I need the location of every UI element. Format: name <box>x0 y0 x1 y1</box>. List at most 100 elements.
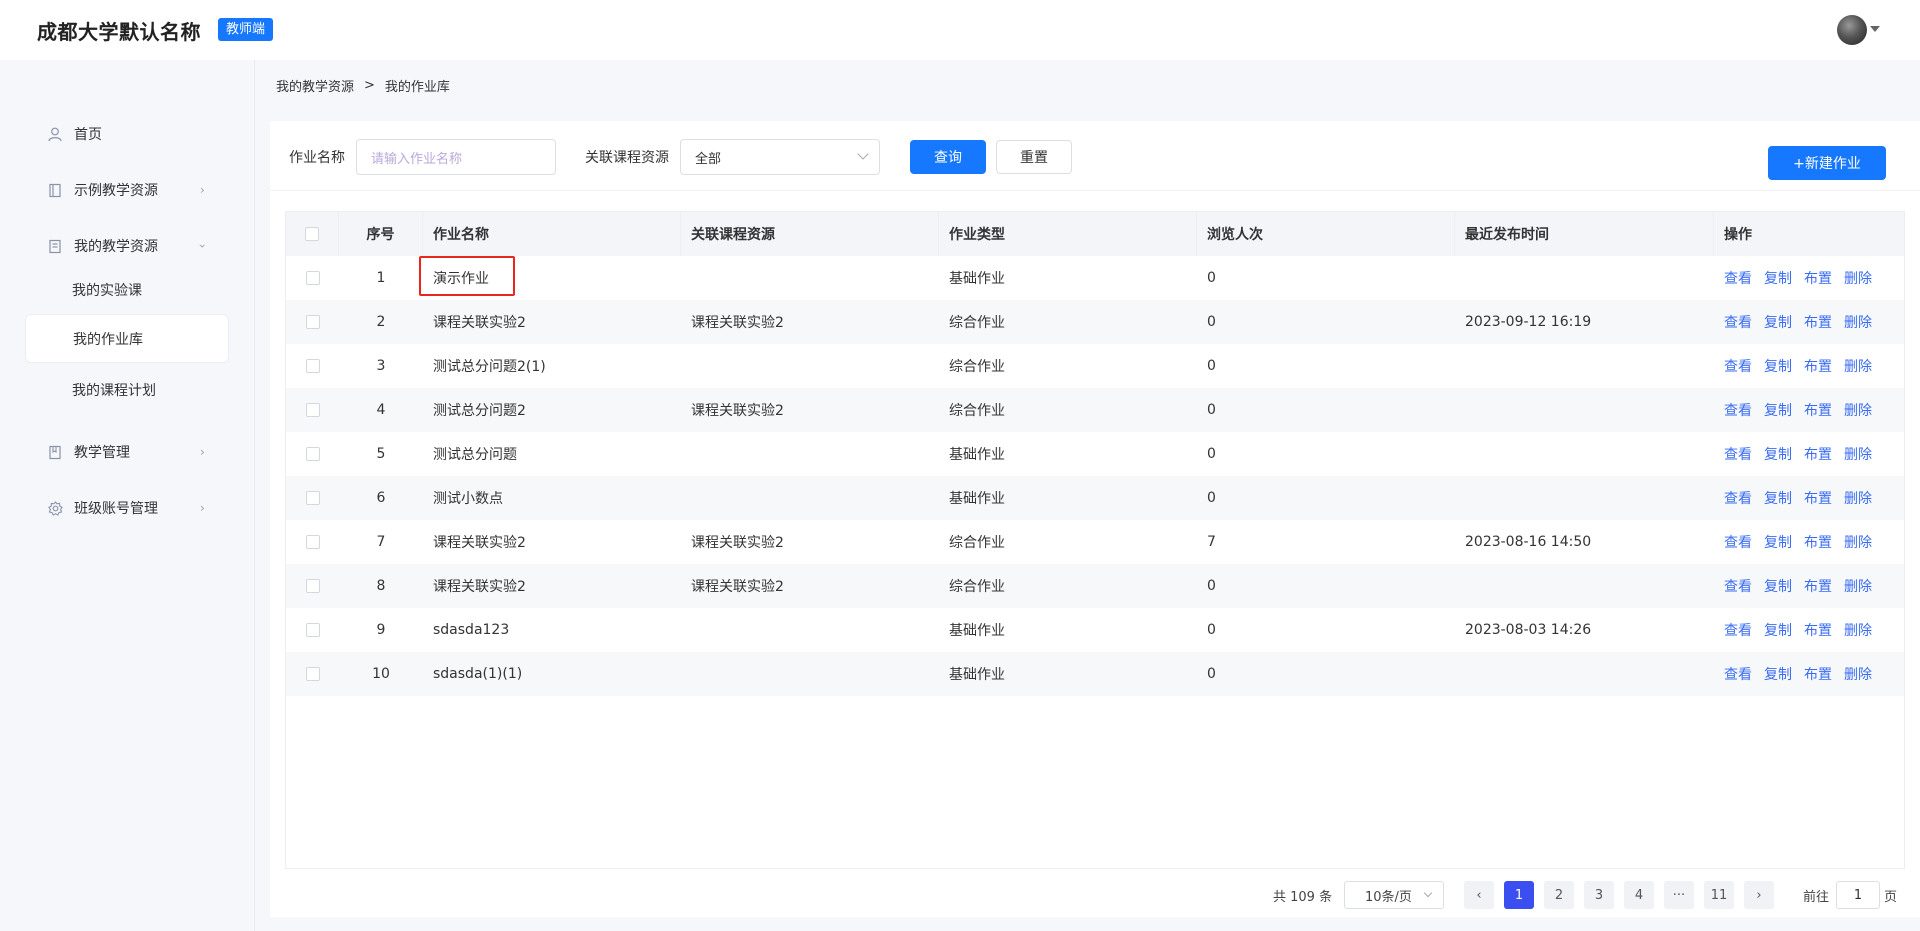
delete-link[interactable]: 删除 <box>1844 664 1872 684</box>
view-link[interactable]: 查看 <box>1724 268 1752 288</box>
assign-link[interactable]: 布置 <box>1804 532 1832 552</box>
view-link[interactable]: 查看 <box>1724 620 1752 640</box>
row-actions: 查看 复制 布置 删除 <box>1714 564 1904 608</box>
top-header: 成都大学默认名称 教师端 <box>0 0 1920 60</box>
view-link[interactable]: 查看 <box>1724 444 1752 464</box>
assign-link[interactable]: 布置 <box>1804 356 1832 376</box>
row-checkbox[interactable] <box>305 403 320 417</box>
caret-down-icon[interactable] <box>1870 26 1880 32</box>
copy-link[interactable]: 复制 <box>1764 312 1792 332</box>
sidebar-item-class-accounts[interactable]: 班级账号管理 › <box>0 488 254 528</box>
view-link[interactable]: 查看 <box>1724 356 1752 376</box>
page-button[interactable]: 4 <box>1624 881 1654 909</box>
page-button[interactable]: 1 <box>1504 881 1534 909</box>
sidebar-subitem-lab-courses[interactable]: 我的实验课 <box>25 265 229 314</box>
highlight-annotation <box>419 256 515 296</box>
copy-link[interactable]: 复制 <box>1764 664 1792 684</box>
assign-link[interactable]: 布置 <box>1804 488 1832 508</box>
assign-link[interactable]: 布置 <box>1804 620 1832 640</box>
row-checkbox[interactable] <box>305 667 320 681</box>
delete-link[interactable]: 删除 <box>1844 356 1872 376</box>
copy-link[interactable]: 复制 <box>1764 532 1792 552</box>
user-avatar[interactable] <box>1837 15 1867 45</box>
select-all-checkbox[interactable] <box>305 227 319 241</box>
breadcrumb-parent[interactable]: 我的教学资源 <box>276 76 354 95</box>
assign-link[interactable]: 布置 <box>1804 576 1832 596</box>
view-link[interactable]: 查看 <box>1724 488 1752 508</box>
table-row: 7 课程关联实验2 课程关联实验2 综合作业 7 2023-08-16 14:50 查看 复制… <box>286 520 1904 564</box>
row-checkbox[interactable] <box>305 623 320 637</box>
assign-link[interactable]: 布置 <box>1804 444 1832 464</box>
sidebar-subitem-homework-library[interactable]: 我的作业库 <box>25 314 229 363</box>
sidebar-item-my-resources[interactable]: 我的教学资源 › <box>0 226 254 266</box>
course-resource-select[interactable]: 全部 <box>680 139 880 175</box>
linked-course <box>681 652 939 696</box>
row-index: 1 <box>376 270 386 286</box>
copy-link[interactable]: 复制 <box>1764 576 1792 596</box>
view-link[interactable]: 查看 <box>1724 576 1752 596</box>
view-link[interactable]: 查看 <box>1724 400 1752 420</box>
row-index: 9 <box>376 622 386 638</box>
row-checkbox[interactable] <box>305 315 320 329</box>
new-homework-button[interactable]: +新建作业 <box>1768 146 1886 180</box>
view-link[interactable]: 查看 <box>1724 664 1752 684</box>
row-checkbox[interactable] <box>305 447 320 461</box>
delete-link[interactable]: 删除 <box>1844 268 1872 288</box>
copy-link[interactable]: 复制 <box>1764 444 1792 464</box>
view-link[interactable]: 查看 <box>1724 312 1752 332</box>
row-checkbox[interactable] <box>305 271 320 285</box>
copy-link[interactable]: 复制 <box>1764 620 1792 640</box>
goto-page-input[interactable]: 1 <box>1836 881 1880 909</box>
homework-name: sdasda(1)(1) <box>433 666 523 682</box>
page-button[interactable]: 3 <box>1584 881 1614 909</box>
reset-button[interactable]: 重置 <box>996 140 1072 174</box>
view-count: 0 <box>1207 314 1216 330</box>
page-size-value: 10条/页 <box>1365 889 1412 905</box>
prev-page-button[interactable]: ‹ <box>1464 881 1494 909</box>
view-count: 0 <box>1207 270 1216 286</box>
bookmark-icon <box>47 444 63 460</box>
sidebar-item-home[interactable]: 首页 <box>0 114 254 154</box>
page-size-select[interactable]: 10条/页 <box>1344 881 1444 909</box>
copy-link[interactable]: 复制 <box>1764 488 1792 508</box>
row-checkbox[interactable] <box>305 491 320 505</box>
last-published-time: 2023-08-03 14:26 <box>1465 622 1592 638</box>
delete-link[interactable]: 删除 <box>1844 400 1872 420</box>
delete-link[interactable]: 删除 <box>1844 576 1872 596</box>
row-checkbox[interactable] <box>305 535 320 549</box>
sidebar-subitem-course-plans[interactable]: 我的课程计划 <box>25 365 229 414</box>
homework-name-input[interactable]: 请输入作业名称 <box>356 139 556 175</box>
delete-link[interactable]: 删除 <box>1844 488 1872 508</box>
pagination-total: 共 109 条 <box>1273 889 1333 905</box>
sidebar-item-sample-resources[interactable]: 示例教学资源 › <box>0 170 254 210</box>
table-row: 2 课程关联实验2 课程关联实验2 综合作业 0 2023-09-12 16:19 查看 复制… <box>286 300 1904 344</box>
table-row: 4 测试总分问题2 课程关联实验2 综合作业 0 查看 复制 布置 删除 <box>286 388 1904 432</box>
view-link[interactable]: 查看 <box>1724 532 1752 552</box>
delete-link[interactable]: 删除 <box>1844 620 1872 640</box>
page-button[interactable]: 11 <box>1704 881 1734 909</box>
row-checkbox[interactable] <box>305 359 320 373</box>
table-row: 3 测试总分问题2(1) 综合作业 0 查看 复制 布置 删除 <box>286 344 1904 388</box>
linked-course <box>681 432 939 476</box>
breadcrumb: 我的教学资源 > 我的作业库 <box>276 76 450 95</box>
copy-link[interactable]: 复制 <box>1764 268 1792 288</box>
query-button[interactable]: 查询 <box>910 140 986 174</box>
delete-link[interactable]: 删除 <box>1844 444 1872 464</box>
delete-link[interactable]: 删除 <box>1844 312 1872 332</box>
next-page-button[interactable]: › <box>1744 881 1774 909</box>
homework-table: 序号 作业名称 关联课程资源 作业类型 浏览人次 最近发布时间 操作 1 演示作业… <box>285 211 1905 869</box>
delete-link[interactable]: 删除 <box>1844 532 1872 552</box>
sidebar-item-teaching-mgmt[interactable]: 教学管理 › <box>0 432 254 472</box>
copy-link[interactable]: 复制 <box>1764 356 1792 376</box>
row-select-cell <box>286 608 339 652</box>
row-checkbox[interactable] <box>305 579 320 593</box>
assign-link[interactable]: 布置 <box>1804 312 1832 332</box>
assign-link[interactable]: 布置 <box>1804 400 1832 420</box>
assign-link[interactable]: 布置 <box>1804 268 1832 288</box>
row-actions: 查看 复制 布置 删除 <box>1714 520 1904 564</box>
homework-type: 基础作业 <box>949 271 1005 287</box>
copy-link[interactable]: 复制 <box>1764 400 1792 420</box>
assign-link[interactable]: 布置 <box>1804 664 1832 684</box>
page-ellipsis-button[interactable]: ··· <box>1664 881 1694 909</box>
page-button[interactable]: 2 <box>1544 881 1574 909</box>
